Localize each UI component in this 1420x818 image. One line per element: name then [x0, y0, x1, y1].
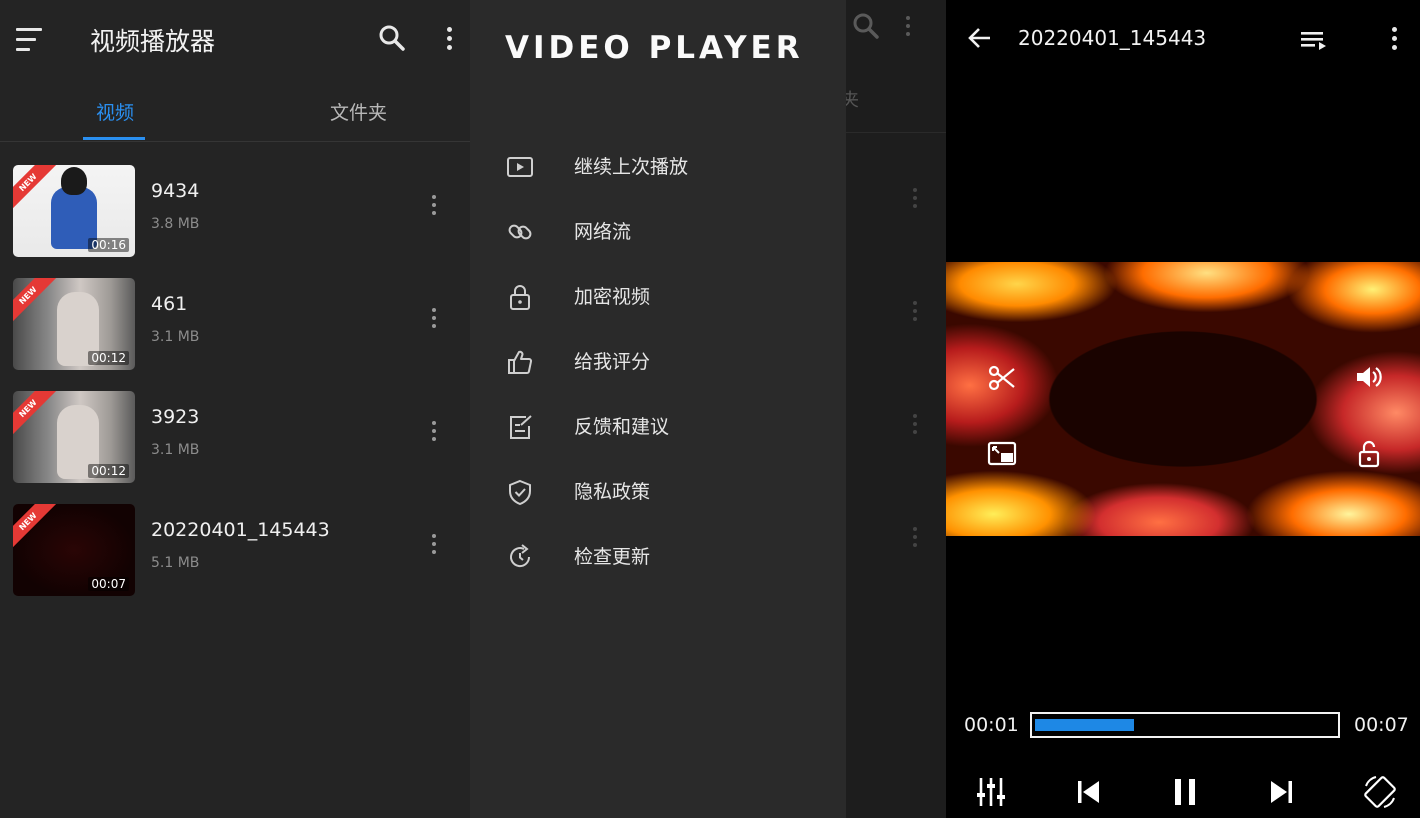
video-surface[interactable]	[946, 262, 1420, 536]
page-title: 视频播放器	[90, 27, 216, 56]
search-icon	[852, 12, 880, 44]
drawer-item-label: 给我评分	[574, 351, 651, 373]
list-item[interactable]: NEW 00:12 461 3.1 MB	[0, 278, 470, 391]
pause-icon[interactable]	[1165, 772, 1205, 812]
new-badge: NEW	[13, 391, 59, 439]
drawer-item-label: 继续上次播放	[574, 156, 689, 178]
lock-icon	[506, 283, 534, 311]
play-box-icon	[506, 153, 534, 181]
drawer-item-label: 加密视频	[574, 286, 651, 308]
list-item[interactable]: NEW 00:12 3923 3.1 MB	[0, 391, 470, 504]
video-thumbnail: NEW 00:16	[13, 165, 135, 257]
duration-label: 00:07	[88, 577, 129, 591]
tab-videos[interactable]: 视频	[96, 98, 134, 125]
drawer-item-feedback[interactable]: 反馈和建议	[470, 400, 846, 452]
video-size: 5.1 MB	[151, 555, 200, 571]
drawer-item-network-stream[interactable]: 网络流	[470, 205, 846, 257]
search-icon[interactable]	[376, 22, 408, 54]
drawer-item-rate[interactable]: 给我评分	[470, 335, 846, 387]
more-vert-icon[interactable]	[433, 22, 465, 54]
drawer-item-label: 反馈和建议	[574, 416, 670, 438]
drawer-item-label: 网络流	[574, 221, 632, 243]
video-list-screen: 视频播放器 视频 文件夹 NEW 00:16 9434 3.8 MB NEW 0…	[0, 0, 470, 818]
more-vert-icon[interactable]	[1378, 22, 1410, 54]
app-logo: VIDEO PLAYER	[505, 30, 804, 66]
more-vert-icon[interactable]	[432, 534, 436, 554]
new-badge: NEW	[13, 278, 59, 326]
seek-bar-progress	[1035, 719, 1134, 731]
video-size: 3.1 MB	[151, 442, 200, 458]
video-name: 3923	[151, 406, 200, 428]
more-vert-icon	[906, 10, 910, 36]
duration-label: 00:16	[88, 238, 129, 252]
picture-in-picture-icon[interactable]	[984, 436, 1020, 472]
video-player-screen: 20220401_145443 00:01 00:07	[946, 0, 1420, 818]
list-item[interactable]: NEW 00:07 20220401_145443 5.1 MB	[0, 504, 470, 617]
video-size: 3.1 MB	[151, 329, 200, 345]
skip-next-icon[interactable]	[1262, 772, 1302, 812]
new-badge: NEW	[13, 504, 59, 552]
total-time: 00:07	[1354, 714, 1409, 736]
video-thumbnail: NEW 00:07	[13, 504, 135, 596]
equalizer-icon[interactable]	[971, 772, 1011, 812]
more-vert-icon[interactable]	[432, 308, 436, 328]
volume-icon[interactable]	[1350, 359, 1386, 395]
navigation-drawer: VIDEO PLAYER 继续上次播放 网络流 加密视频 给我评分 反馈和建议	[470, 0, 846, 818]
drawer-item-label: 隐私政策	[574, 481, 651, 503]
feedback-icon	[506, 413, 534, 441]
screen-rotation-icon[interactable]	[1360, 772, 1400, 812]
scissors-icon[interactable]	[984, 360, 1020, 396]
divider	[846, 132, 946, 133]
playlist-icon[interactable]	[1298, 24, 1330, 56]
hamburger-icon[interactable]	[16, 28, 44, 52]
link-icon	[506, 218, 534, 246]
list-item[interactable]: NEW 00:16 9434 3.8 MB	[0, 165, 470, 278]
tab-folders[interactable]: 文件夹	[330, 98, 387, 125]
video-name: 20220401_145443	[151, 519, 330, 541]
skip-previous-icon[interactable]	[1068, 772, 1108, 812]
current-time: 00:01	[964, 714, 1019, 736]
more-vert-icon	[913, 188, 917, 208]
video-thumbnail: NEW 00:12	[13, 391, 135, 483]
shield-icon	[506, 478, 534, 506]
video-name: 9434	[151, 180, 200, 202]
drawer-item-privacy-policy[interactable]: 隐私政策	[470, 465, 846, 517]
thumb-up-icon	[506, 348, 534, 376]
refresh-icon	[506, 543, 534, 571]
more-vert-icon[interactable]	[432, 195, 436, 215]
drawer-item-label: 检查更新	[574, 546, 651, 568]
video-name: 461	[151, 293, 188, 315]
drawer-item-encrypted-videos[interactable]: 加密视频	[470, 270, 846, 322]
video-size: 3.8 MB	[151, 216, 200, 232]
video-title: 20220401_145443	[1018, 26, 1207, 50]
more-vert-icon[interactable]	[432, 421, 436, 441]
more-vert-icon	[913, 527, 917, 547]
duration-label: 00:12	[88, 464, 129, 478]
top-app-bar: 视频播放器	[0, 0, 470, 80]
video-thumbnail: NEW 00:12	[13, 278, 135, 370]
more-vert-icon	[913, 301, 917, 321]
arrow-back-icon[interactable]	[964, 22, 996, 54]
drawer-item-check-update[interactable]: 检查更新	[470, 530, 846, 582]
seek-bar[interactable]	[1030, 712, 1340, 738]
lock-icon[interactable]	[1351, 436, 1387, 472]
tab-bar: 视频 文件夹	[0, 80, 470, 142]
drawer-item-resume[interactable]: 继续上次播放	[470, 140, 846, 192]
more-vert-icon	[913, 414, 917, 434]
duration-label: 00:12	[88, 351, 129, 365]
active-tab-indicator	[83, 137, 145, 140]
